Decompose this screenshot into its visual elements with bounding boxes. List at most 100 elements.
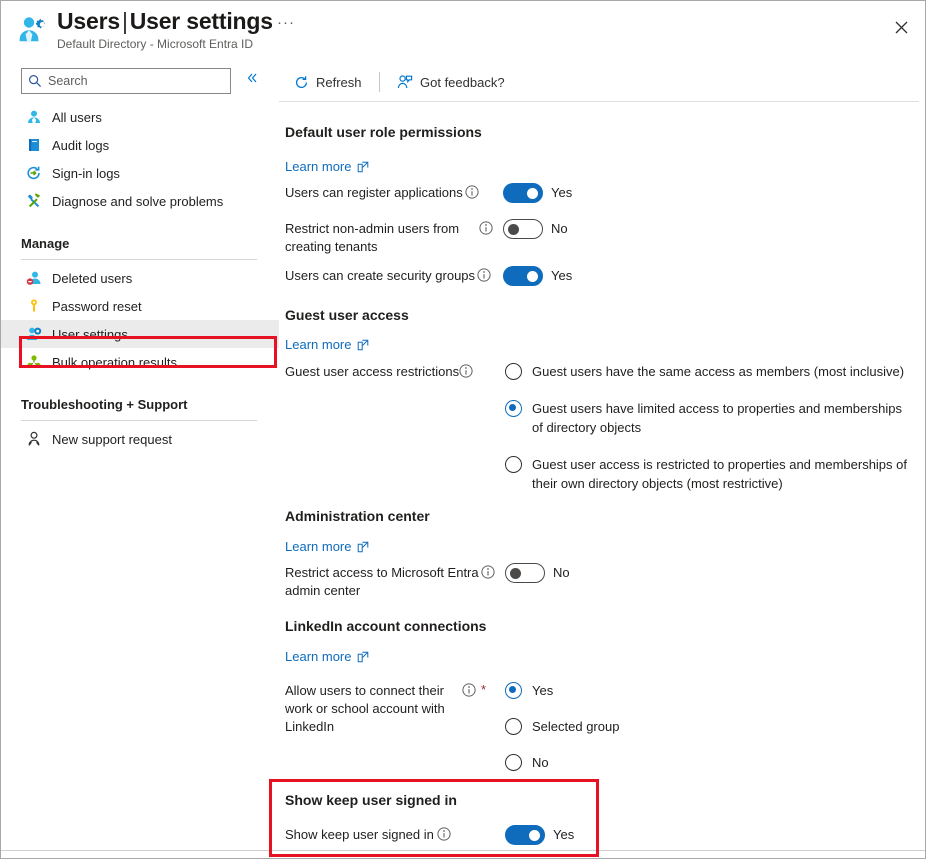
toggle-users-can-create-security-groups[interactable]: [503, 266, 543, 286]
info-icon[interactable]: [477, 268, 491, 282]
toggle-restrict-access-admin-center[interactable]: [505, 563, 545, 583]
close-button[interactable]: [885, 11, 917, 43]
blade-subtitle: Default Directory - Microsoft Entra ID: [57, 37, 254, 51]
radio-mark: [505, 682, 522, 699]
blade-header: Users|User settings Default Directory - …: [1, 1, 925, 59]
section-title-linkedin-account-connections: LinkedIn account connections: [285, 618, 487, 634]
radio-mark: [505, 754, 522, 771]
command-bar-divider: [379, 72, 380, 92]
section-title-guest-user-access: Guest user access: [285, 307, 409, 323]
sidebar-item-user-settings[interactable]: User settings: [1, 320, 279, 348]
page-title-sub: User settings: [129, 8, 273, 34]
page-title: Users|User settings: [57, 6, 273, 36]
info-icon[interactable]: [465, 185, 479, 199]
toggle-restrict-non-admin-users[interactable]: [503, 219, 543, 239]
sidebar-item-password-reset[interactable]: Password reset: [1, 292, 279, 320]
page-title-separator: |: [121, 8, 128, 34]
sidebar-divider: [21, 420, 257, 421]
settings-panel: Default user role permissions Learn more…: [269, 102, 925, 858]
radio-label: Guest users have the same access as memb…: [532, 364, 905, 379]
command-bar: Refresh Got feedback?: [279, 59, 925, 102]
toggle-users-can-register-applications[interactable]: [503, 183, 543, 203]
sidebar-nav: All users Audit logs Sign-in logs Diagno…: [1, 103, 279, 453]
close-icon: [895, 21, 907, 33]
info-icon[interactable]: [437, 827, 451, 841]
toggle-knob: [508, 224, 519, 235]
sidebar-item-label: Bulk operation results: [52, 354, 178, 370]
learn-more-link-guest-access[interactable]: Learn more: [285, 337, 369, 352]
sidebar-item-new-support-request[interactable]: New support request: [1, 425, 279, 453]
toggle-value-users-can-create-security-groups: Yes: [551, 268, 573, 283]
radio-mark: [505, 400, 522, 417]
content-bottom-rule: [1, 850, 925, 851]
search-box[interactable]: [21, 68, 231, 94]
toggle-value-show-keep-user-signed-in: Yes: [553, 827, 575, 842]
label-restrict-access-admin-center: Restrict access to Microsoft Entra admin…: [285, 565, 479, 598]
users-settings-icon: [17, 14, 51, 46]
sidebar-item-deleted-users[interactable]: Deleted users: [1, 264, 279, 292]
label-users-can-register-applications: Users can register applications: [285, 185, 463, 200]
blade-title-block: Users|User settings Default Directory - …: [57, 6, 273, 52]
refresh-label: Refresh: [316, 74, 362, 90]
section-title-default-user-role-permissions: Default user role permissions: [285, 124, 482, 140]
learn-more-link-default-role[interactable]: Learn more: [285, 159, 369, 174]
sidebar-group-troubleshooting: Troubleshooting + Support: [21, 397, 188, 412]
toggle-show-keep-user-signed-in[interactable]: [505, 825, 545, 845]
toggle-knob: [527, 188, 538, 199]
refresh-icon: [293, 74, 309, 90]
chevron-double-left-icon[interactable]: [242, 71, 262, 91]
radio-label: Guest users have limited access to prope…: [532, 401, 902, 435]
sidebar-item-label: Password reset: [52, 298, 142, 314]
sidebar-item-audit-logs[interactable]: Audit logs: [1, 131, 279, 159]
label-users-can-create-security-groups: Users can create security groups: [285, 268, 476, 283]
external-link-icon: [357, 541, 369, 553]
radio-mark: [505, 456, 522, 473]
sidebar-item-all-users[interactable]: All users: [1, 103, 279, 131]
sidebar-item-bulk-operation-results[interactable]: Bulk operation results: [1, 348, 279, 376]
search-input[interactable]: [48, 74, 218, 88]
learn-more-label: Learn more: [285, 159, 352, 174]
radio-label: Yes: [532, 683, 554, 698]
sidebar-item-label: All users: [52, 109, 102, 125]
learn-more-label: Learn more: [285, 337, 352, 352]
toggle-value-restrict-access-admin-center: No: [553, 565, 570, 580]
deleted-user-icon: [25, 269, 43, 287]
sidebar-item-label: Diagnose and solve problems: [52, 193, 224, 209]
external-link-icon: [357, 161, 369, 173]
more-options-button[interactable]: ···: [273, 15, 299, 37]
label-show-keep-user-signed-in: Show keep user signed in: [285, 827, 434, 842]
sidebar-item-sign-in-logs[interactable]: Sign-in logs: [1, 159, 279, 187]
label-restrict-non-admin-users: Restrict non-admin users from creating t…: [285, 221, 460, 254]
info-icon[interactable]: [481, 565, 495, 579]
info-icon[interactable]: [459, 364, 473, 378]
external-link-icon: [357, 339, 369, 351]
info-icon[interactable]: [462, 683, 476, 697]
sidebar-item-label: Sign-in logs: [52, 165, 120, 181]
sidebar: All users Audit logs: [1, 59, 279, 858]
toggle-knob: [510, 568, 521, 579]
sign-in-icon: [25, 164, 43, 182]
radio-label: Guest user access is restricted to prope…: [532, 457, 907, 491]
radio-label: Selected group: [532, 719, 620, 734]
sidebar-item-diagnose[interactable]: Diagnose and solve problems: [1, 187, 279, 215]
azure-portal-blade: Users|User settings Default Directory - …: [0, 0, 926, 859]
learn-more-link-linkedin[interactable]: Learn more: [285, 649, 369, 664]
page-title-main: Users: [57, 8, 120, 34]
feedback-person-icon: [397, 74, 413, 90]
sidebar-divider: [21, 259, 257, 260]
toggle-knob: [527, 271, 538, 282]
book-icon: [25, 136, 43, 154]
got-feedback-button[interactable]: Got feedback?: [397, 70, 505, 94]
refresh-button[interactable]: Refresh: [293, 70, 362, 94]
sidebar-group-manage: Manage: [21, 236, 70, 251]
required-asterisk: *: [481, 682, 487, 697]
content-area: Refresh Got feedback? Default user role …: [1, 59, 925, 858]
toggle-knob: [529, 830, 540, 841]
info-icon[interactable]: [479, 221, 493, 235]
toggle-value-restrict-non-admin-users: No: [551, 221, 568, 236]
learn-more-link-admin-center[interactable]: Learn more: [285, 539, 369, 554]
sidebar-item-label: Audit logs: [52, 137, 110, 153]
search-icon: [28, 74, 42, 88]
sidebar-item-label: Deleted users: [52, 270, 133, 286]
external-link-icon: [357, 651, 369, 663]
